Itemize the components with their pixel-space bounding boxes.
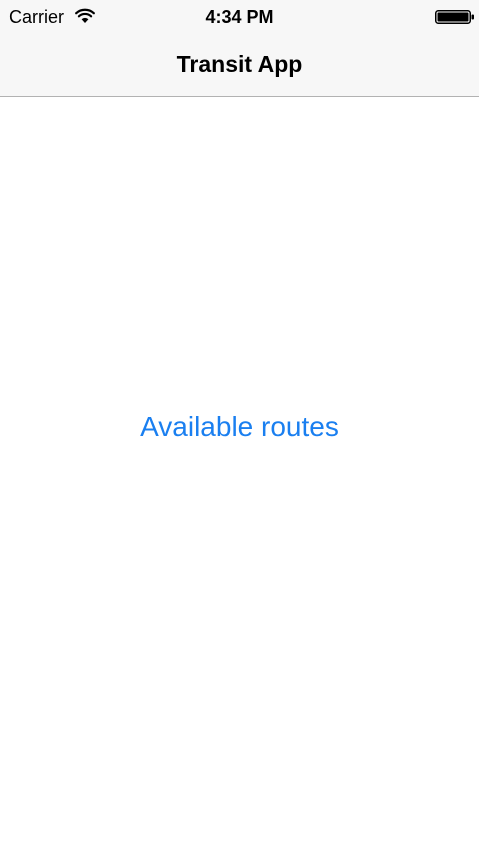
available-routes-button[interactable]: Available routes [0,410,479,444]
status-bar: Carrier 4:34 PM [0,0,479,34]
battery-full-icon [435,10,474,24]
navigation-header: Carrier 4:34 PM Transit App [0,0,479,97]
page-title: Transit App [176,51,303,77]
status-time: 4:34 PM [205,7,274,27]
main-content: Available routes [0,97,479,853]
